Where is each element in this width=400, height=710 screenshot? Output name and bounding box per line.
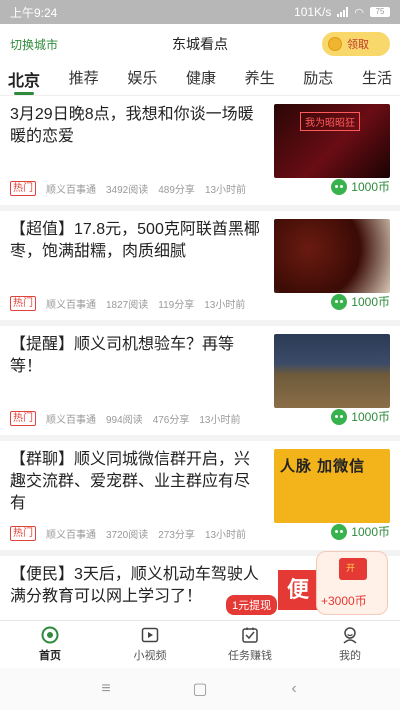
article-card[interactable]: 【群聊】顺义同城微信群开启，兴趣交流群、爱宠群、业主群应有尽有 人脉 加微信 热… [0,441,400,556]
red-envelope-widget[interactable]: 开 +3000币 [316,551,388,615]
task-icon [242,627,258,643]
status-indicators: 101K/s ◠ 75 [294,5,390,19]
home-icon [41,626,59,644]
reward-amount: 1000币 [351,295,390,309]
status-time: 上午9:24 [10,5,58,20]
bottom-navigation: 首页 小视频 任务赚钱 我的 [0,620,400,668]
back-icon[interactable]: ‹ [287,680,301,697]
signal-icon [337,7,349,17]
nav-label: 我的 [339,650,361,662]
article-shares: 476分享 [152,415,190,426]
nav-label: 小视频 [133,650,167,662]
article-title[interactable]: 3月29日晚8点，我想和你谈一场暖暖的恋爱 [10,104,262,148]
nav-tasks[interactable]: 任务赚钱 [200,621,300,668]
article-time: 13小时前 [204,530,247,541]
app-header: 切换城市 东城看点 领取 [0,24,400,64]
wechat-icon [331,293,348,310]
tab-beijing[interactable]: 北京 [8,64,40,95]
tab-wellness[interactable]: 养生 [245,64,275,95]
article-thumbnail[interactable]: 人脉 加微信 [274,449,390,523]
article-source: 顺义百事通 [46,300,96,311]
nav-label: 任务赚钱 [228,650,272,662]
reward-amount: 1000币 [351,180,390,194]
battery-icon: 75 [370,7,390,17]
nav-label: 首页 [39,650,61,662]
coin-icon [328,37,342,51]
menu-icon[interactable]: ≡ [99,680,113,697]
network-speed: 101K/s [294,5,332,19]
article-feed: 3月29日晚8点，我想和你谈一场暖暖的恋爱 我为昭昭狂 热门 顺义百事通 349… [0,96,400,614]
home-button-icon[interactable]: ▢ [192,681,207,698]
hot-badge: 热门 [10,526,36,541]
article-shares: 489分享 [158,185,195,196]
tab-entertainment[interactable]: 娱乐 [127,64,157,95]
claim-coins-button[interactable]: 领取 [322,32,390,56]
article-card[interactable]: 3月29日晚8点，我想和你谈一场暖暖的恋爱 我为昭昭狂 热门 顺义百事通 349… [0,96,400,211]
article-thumbnail[interactable] [274,334,390,408]
article-reads: 994阅读 [106,415,143,426]
article-reads: 1827阅读 [106,300,149,311]
article-source: 顺义百事通 [46,185,96,196]
article-shares: 273分享 [158,530,195,541]
nav-profile[interactable]: 我的 [300,621,400,668]
city-switch-button[interactable]: 切换城市 [10,36,58,53]
article-title[interactable]: 【超值】17.8元，500克阿联酋黑椰枣，饱满甜糯，肉质细腻 [10,219,262,263]
wechat-icon [331,523,348,540]
article-thumbnail[interactable] [274,219,390,293]
hot-badge: 热门 [10,181,36,196]
hot-badge: 热门 [10,296,36,311]
status-bar: 上午9:24 101K/s ◠ 75 [0,0,400,24]
article-title[interactable]: 【提醒】顺义司机想验车？再等等！ [10,334,262,378]
article-time: 13小时前 [204,300,246,311]
share-reward[interactable]: 1000币 [331,178,390,195]
share-reward[interactable]: 1000币 [331,293,390,310]
thumbnail-text: 便 [278,570,318,610]
article-source: 顺义百事通 [46,530,96,541]
article-card[interactable]: 【提醒】顺义司机想验车？再等等！ 热门 顺义百事通 994阅读 476分享 13… [0,326,400,441]
share-reward[interactable]: 1000币 [331,523,390,540]
article-title[interactable]: 【群聊】顺义同城微信群开启，兴趣交流群、爱宠群、业主群应有尽有 [10,449,262,515]
category-tabs: 北京 推荐 娱乐 健康 养生 励志 生活 [0,64,400,96]
reward-amount: 1000币 [351,410,390,424]
article-meta: 热门 顺义百事通 3492阅读 489分享 13小时前 [10,181,246,196]
article-meta: 热门 顺义百事通 1827阅读 119分享 13小时前 [10,296,245,311]
tab-health[interactable]: 健康 [186,64,216,95]
article-card[interactable]: 【超值】17.8元，500克阿联酋黑椰枣，饱满甜糯，肉质细腻 热门 顺义百事通 … [0,211,400,326]
tab-life[interactable]: 生活 [362,64,392,95]
article-time: 13小时前 [199,415,241,426]
hot-badge: 热门 [10,411,36,426]
withdraw-tag[interactable]: 1元提现 [226,595,278,615]
thumbnail-text: 我为昭昭狂 [300,112,360,131]
reward-amount: 1000币 [351,525,390,539]
claim-label: 领取 [347,39,369,51]
article-time: 13小时前 [204,185,247,196]
article-shares: 119分享 [158,300,195,311]
video-icon [141,627,159,643]
tab-recommended[interactable]: 推荐 [69,64,99,95]
share-reward[interactable]: 1000币 [331,408,390,425]
thumbnail-text: 人脉 加微信 [280,458,366,475]
system-nav-bar: ≡ ▢ ‹ [0,668,400,710]
wifi-icon: ◠ [354,6,364,19]
article-meta: 热门 顺义百事通 3720阅读 273分享 13小时前 [10,526,246,541]
tab-inspirational[interactable]: 励志 [303,64,333,95]
envelope-open-label: 开 [346,563,356,573]
nav-home[interactable]: 首页 [0,621,100,668]
article-title[interactable]: 【便民】3天后，顺义机动车驾驶人满分教育可以网上学习了！ [10,564,262,608]
article-reads: 3492阅读 [106,185,149,196]
profile-icon [343,627,357,644]
nav-short-video[interactable]: 小视频 [100,621,200,668]
article-thumbnail[interactable]: 我为昭昭狂 [274,104,390,178]
article-reads: 3720阅读 [106,530,149,541]
envelope-amount: +3000币 [321,594,367,608]
article-meta: 热门 顺义百事通 994阅读 476分享 13小时前 [10,411,241,426]
wechat-icon [331,178,348,195]
article-source: 顺义百事通 [46,415,96,426]
wechat-icon [331,408,348,425]
